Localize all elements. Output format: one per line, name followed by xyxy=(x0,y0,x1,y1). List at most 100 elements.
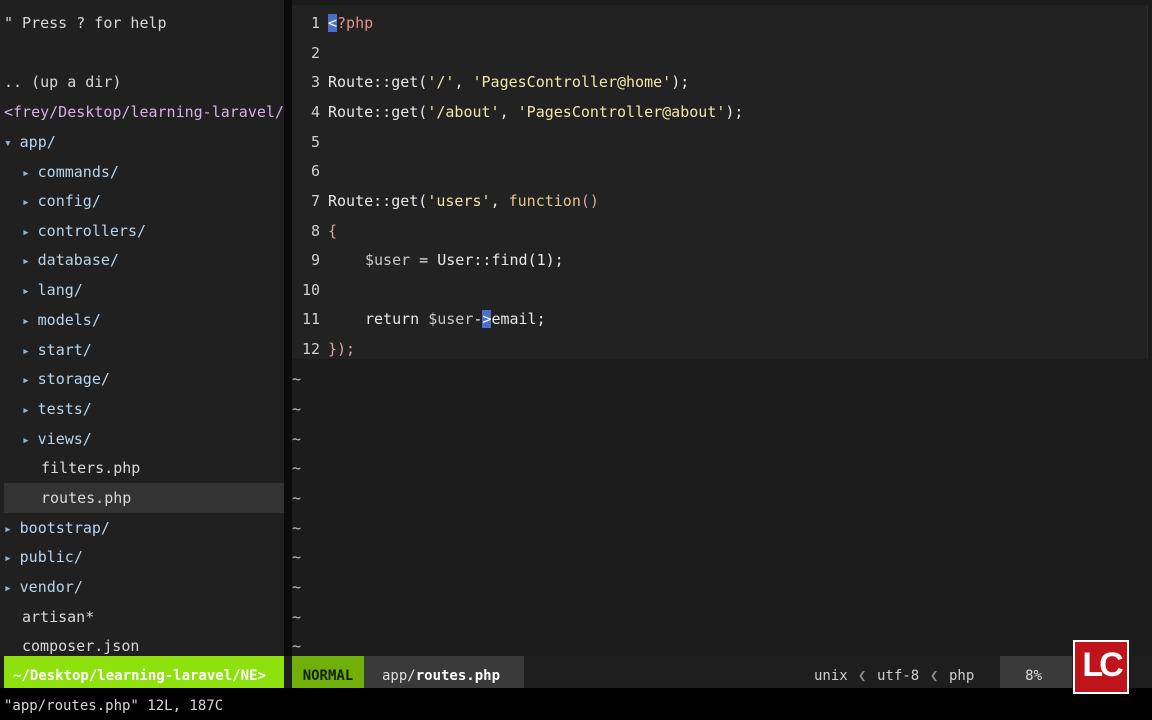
code-text: , xyxy=(454,73,473,91)
code-line: 4 Route::get('/about', 'PagesController@a… xyxy=(292,97,743,127)
tree-item-views[interactable]: ▸ views/ xyxy=(22,424,92,454)
tree-item-label: routes.php xyxy=(41,489,132,507)
collapsed-arrow-icon: ▸ xyxy=(22,314,38,329)
status-file-dir: app/ xyxy=(382,668,416,684)
tree-file-filters[interactable]: filters.php xyxy=(41,453,140,483)
code-string: 'users' xyxy=(427,192,491,210)
code-text: email; xyxy=(491,310,546,328)
tree-item-label: controllers/ xyxy=(37,222,147,240)
code-keyword: return xyxy=(365,310,429,328)
code-area[interactable]: 1 <?php 2 3 Route::get('/', 'PagesControll… xyxy=(292,5,1148,359)
empty-line-tilde: ~ xyxy=(292,400,302,418)
code-variable: $user xyxy=(428,310,474,328)
tree-item-database[interactable]: ▸ database/ xyxy=(22,245,119,275)
empty-line-tilde: ~ xyxy=(292,370,302,388)
command-line[interactable]: "app/routes.php" 12L, 187C xyxy=(4,694,223,718)
file-tree-pane: " Press ? for help .. (up a dir) <frey/D… xyxy=(0,0,284,656)
tree-item-bootstrap[interactable]: ▸ bootstrap/ xyxy=(4,513,110,543)
collapsed-arrow-icon: ▸ xyxy=(4,522,20,537)
code-string: 'PagesController@home' xyxy=(472,73,672,91)
code-line: 9 $user = User::find(1); xyxy=(292,245,564,275)
code-text: Route::get( xyxy=(328,73,428,91)
code-text: ?php xyxy=(337,14,374,32)
empty-line-tilde: ~ xyxy=(292,548,302,566)
expanded-arrow-icon: ▾ xyxy=(4,136,20,151)
code-line: 6 xyxy=(292,156,320,186)
editor-pane[interactable]: 1 <?php 2 3 Route::get('/', 'PagesControll… xyxy=(292,0,1152,656)
code-text: , xyxy=(499,103,518,121)
status-file: app/routes.php xyxy=(364,656,524,688)
line-number: 2 xyxy=(310,44,320,62)
code-line: 2 xyxy=(292,38,320,68)
line-number: 10 xyxy=(301,281,320,299)
status-line: ~/Desktop/learning-laravel/NE> NORMAL ap… xyxy=(0,656,1152,688)
collapsed-arrow-icon: ▸ xyxy=(4,551,20,566)
tree-item-label: vendor/ xyxy=(19,578,83,596)
code-string: '/about' xyxy=(427,103,500,121)
tree-cwd[interactable]: <frey/Desktop/learning-laravel/ xyxy=(4,97,284,127)
status-tree-path: ~/Desktop/learning-laravel/NE> xyxy=(4,656,284,688)
collapsed-arrow-icon: ▸ xyxy=(22,254,38,269)
tree-item-label: storage/ xyxy=(37,370,110,388)
code-line: 3 Route::get('/', 'PagesController@home')… xyxy=(292,67,689,97)
code-keyword: function xyxy=(508,192,581,210)
collapsed-arrow-icon: ▸ xyxy=(22,344,38,359)
tree-item-storage[interactable]: ▸ storage/ xyxy=(22,364,110,394)
empty-line-tilde: ~ xyxy=(292,459,302,477)
tree-item-public[interactable]: ▸ public/ xyxy=(4,542,83,572)
code-text: Route::get( xyxy=(328,103,428,121)
tree-item-commands[interactable]: ▸ commands/ xyxy=(22,157,119,187)
code-text: ); xyxy=(725,103,744,121)
tree-item-lang[interactable]: ▸ lang/ xyxy=(22,275,83,305)
tree-item-tests[interactable]: ▸ tests/ xyxy=(22,394,92,424)
tree-item-label: tests/ xyxy=(37,400,92,418)
line-number: 8 xyxy=(310,222,320,240)
collapsed-arrow-icon: ▸ xyxy=(22,225,38,240)
code-variable: $user xyxy=(365,251,411,269)
status-filetype: php xyxy=(949,668,975,684)
tree-help: " Press ? for help xyxy=(4,14,167,32)
tree-item-start[interactable]: ▸ start/ xyxy=(22,335,92,365)
line-number: 9 xyxy=(310,251,320,269)
code-text: Route::get( xyxy=(328,192,428,210)
tree-item-vendor[interactable]: ▸ vendor/ xyxy=(4,572,83,602)
tree-file-composer[interactable]: composer.json xyxy=(22,631,139,656)
code-text: (1); xyxy=(527,251,564,269)
empty-line-tilde: ~ xyxy=(292,430,302,448)
empty-line-tilde: ~ xyxy=(292,519,302,537)
tree-item-label: models/ xyxy=(37,311,101,329)
code-string: 'PagesController@about' xyxy=(517,103,726,121)
tree-up-dir[interactable]: .. (up a dir) xyxy=(4,67,121,97)
code-text: find xyxy=(491,251,528,269)
tree-item-config[interactable]: ▸ config/ xyxy=(22,186,101,216)
tree-item-label: lang/ xyxy=(37,281,83,299)
collapsed-arrow-icon: ▸ xyxy=(22,433,38,448)
code-text: , xyxy=(490,192,509,210)
tree-item-label: database/ xyxy=(37,251,119,269)
empty-line-tilde: ~ xyxy=(292,578,302,596)
line-number: 3 xyxy=(310,73,320,91)
code-line: 1 <?php xyxy=(292,8,373,38)
tree-file-routes-selected[interactable]: routes.php xyxy=(4,483,284,513)
tree-item-models[interactable]: ▸ models/ xyxy=(22,305,101,335)
status-file-name: routes.php xyxy=(415,668,501,684)
tree-file-artisan[interactable]: artisan* xyxy=(22,602,94,632)
code-line: 10 xyxy=(292,275,320,305)
tree-item-label: config/ xyxy=(37,192,101,210)
line-number: 12 xyxy=(301,340,320,358)
tree-item-controllers[interactable]: ▸ controllers/ xyxy=(22,216,146,246)
code-text: }); xyxy=(328,340,356,358)
empty-line-tilde: ~ xyxy=(292,608,302,626)
collapsed-arrow-icon: ▸ xyxy=(22,373,38,388)
text-cursor: < xyxy=(328,14,338,32)
collapsed-arrow-icon: ▸ xyxy=(22,403,38,418)
collapsed-arrow-icon: ▸ xyxy=(22,284,38,299)
tree-item-label: app/ xyxy=(19,133,56,151)
collapsed-arrow-icon: ▸ xyxy=(22,166,38,181)
status-percent: 8% xyxy=(1000,656,1072,688)
empty-line-tilde: ~ xyxy=(292,489,302,507)
logo-text: LC xyxy=(1082,646,1123,684)
tree-item-app[interactable]: ▾ app/ xyxy=(4,127,56,157)
line-number: 5 xyxy=(310,133,320,151)
vertical-split[interactable] xyxy=(284,0,292,656)
